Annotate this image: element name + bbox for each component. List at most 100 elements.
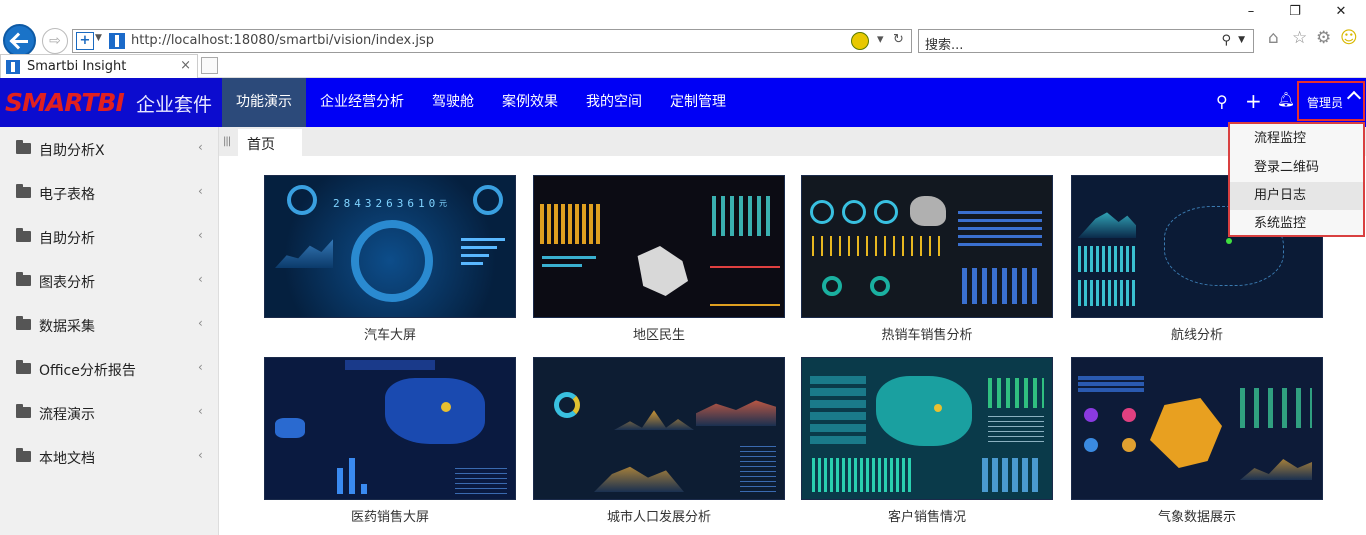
sidebar-item-chart-analysis[interactable]: 图表分析 ‹ (0, 259, 219, 303)
thumbnail[interactable] (1071, 357, 1323, 500)
thumbnail[interactable] (533, 357, 785, 500)
thumbnail[interactable]: 2843263610 元 (264, 175, 516, 318)
sidebar-item-label: 电子表格 (39, 187, 95, 203)
card-label[interactable]: 客户销售情况 (801, 506, 1053, 525)
table-shape (455, 468, 507, 494)
shield-icon[interactable]: + (76, 32, 94, 50)
chevron-down-icon[interactable]: ▼ (95, 33, 102, 43)
card-car-dashboard[interactable]: 2843263610 元 汽车大屏 (264, 175, 516, 343)
refresh-icon[interactable]: ↻ (893, 32, 904, 47)
brand-name: SMARTBI (5, 88, 125, 117)
close-icon[interactable]: × (180, 58, 191, 73)
bar-chart-shape (1240, 388, 1312, 428)
thumbnail[interactable] (264, 357, 516, 500)
card-label[interactable]: 地区民生 (533, 324, 785, 343)
plus-icon[interactable]: + (1245, 89, 1262, 113)
nav-item-business-analysis[interactable]: 企业经营分析 (306, 78, 418, 127)
close-window-button[interactable]: ✕ (1331, 4, 1351, 20)
area-chart-shape (275, 239, 333, 268)
site-favicon-icon (109, 33, 125, 49)
chevron-left-icon: ‹ (198, 272, 203, 286)
card-customer-sales[interactable]: 客户销售情况 (801, 357, 1053, 525)
tab-home[interactable]: 首页 (238, 129, 302, 156)
folder-icon (16, 316, 31, 330)
sidebar-item-local-docs[interactable]: 本地文档 ‹ (0, 435, 219, 479)
sidebar-item-process-demo[interactable]: 流程演示 ‹ (0, 391, 219, 435)
card-city-population[interactable]: 城市人口发展分析 (533, 357, 785, 525)
url-text[interactable]: http://localhost:18080/smartbi/vision/in… (131, 33, 434, 48)
search-input[interactable]: 搜索... ⚲ ▼ (918, 29, 1254, 53)
sidebar-item-self-analysis[interactable]: 自助分析 ‹ (0, 215, 219, 259)
card-region-livelihood[interactable]: 地区民生 (533, 175, 785, 343)
bell-icon[interactable]: 🔔︎ (1277, 92, 1295, 108)
card-label[interactable]: 热销车销售分析 (801, 324, 1053, 343)
nav-item-demo[interactable]: 功能演示 (222, 78, 306, 127)
nav-item-custom-management[interactable]: 定制管理 (656, 78, 740, 127)
browser-tab[interactable]: Smartbi Insight × (0, 54, 198, 78)
minimize-button[interactable]: – (1241, 4, 1261, 20)
collapse-grip-icon[interactable]: ||| (223, 136, 231, 147)
menu-item-system-monitor[interactable]: 系统监控 (1230, 210, 1363, 238)
map-point-shape (441, 402, 451, 412)
card-label[interactable]: 城市人口发展分析 (533, 506, 785, 525)
gauge-shape (287, 185, 317, 215)
new-tab-icon[interactable] (201, 57, 218, 74)
ring-shape (870, 276, 890, 296)
dropdown-icon[interactable]: ▾ (877, 32, 884, 47)
map-shape (275, 418, 305, 438)
weather-icon (1122, 438, 1136, 452)
compatibility-icon[interactable] (851, 32, 869, 50)
chevron-left-icon: ‹ (198, 184, 203, 198)
folder-icon (16, 448, 31, 462)
nav-item-my-space[interactable]: 我的空间 (572, 78, 656, 127)
card-hot-car-sales[interactable]: 热销车销售分析 (801, 175, 1053, 343)
thumbnail[interactable] (801, 357, 1053, 500)
area-chart-shape (1240, 459, 1312, 480)
sidebar-item-label: 图表分析 (39, 275, 95, 291)
app-header: SMARTBI 企业套件 功能演示 企业经营分析 驾驶舱 案例效果 我的空间 定… (0, 78, 1366, 127)
menu-item-login-qrcode[interactable]: 登录二维码 (1230, 154, 1363, 182)
nav-item-cockpit[interactable]: 驾驶舱 (418, 78, 488, 127)
thumbnail[interactable] (801, 175, 1053, 318)
card-label[interactable]: 航线分析 (1071, 324, 1323, 343)
card-weather-data[interactable]: 气象数据展示 (1071, 357, 1323, 525)
bar-chart-shape (712, 196, 772, 236)
menu-item-user-log[interactable]: 用户日志 (1230, 182, 1363, 210)
chevron-left-icon: ‹ (198, 316, 203, 330)
gear-icon[interactable]: ⚙ (1316, 28, 1331, 48)
card-label[interactable]: 气象数据展示 (1071, 506, 1323, 525)
digit-counter: 2843263610 (333, 197, 440, 210)
sidebar-item-office-report[interactable]: Office分析报告 ‹ (0, 347, 219, 391)
forward-arrow-icon[interactable]: ⇨ (42, 28, 68, 54)
bar-shape (461, 254, 489, 257)
sidebar-item-label: 自助分析X (39, 143, 105, 159)
smiley-icon[interactable]: ☺ (1340, 28, 1358, 48)
map-shape (385, 378, 485, 444)
address-bar[interactable]: + ▼ http://localhost:18080/smartbi/visio… (72, 29, 912, 53)
star-icon[interactable]: ☆ (1292, 28, 1307, 48)
chevron-down-icon[interactable]: ▼ (1238, 35, 1245, 45)
map-shape (637, 246, 688, 296)
restore-button[interactable]: ❐ (1285, 4, 1305, 20)
area-chart-shape (594, 466, 684, 492)
area-chart-shape (614, 410, 694, 430)
thumbnail[interactable] (533, 175, 785, 318)
card-label[interactable]: 汽车大屏 (264, 324, 516, 343)
ring-shape (351, 220, 433, 302)
home-icon[interactable]: ⌂ (1268, 28, 1279, 48)
browser-tab-bar: Smartbi Insight × (0, 54, 1366, 78)
chevron-left-icon: ‹ (198, 360, 203, 374)
search-icon[interactable]: ⚲ (1221, 33, 1231, 48)
nav-item-case-effects[interactable]: 案例效果 (488, 78, 572, 127)
suite-name: 企业套件 (136, 94, 213, 116)
card-label[interactable]: 医药销售大屏 (264, 506, 516, 525)
map-shape (876, 376, 972, 446)
sidebar-item-spreadsheet[interactable]: 电子表格 ‹ (0, 171, 219, 215)
sidebar-item-self-analysis-x[interactable]: 自助分析X ‹ (0, 127, 219, 171)
admin-user-menu[interactable]: 管理员 (1297, 81, 1365, 121)
sidebar-item-data-collection[interactable]: 数据采集 ‹ (0, 303, 219, 347)
menu-item-process-monitor[interactable]: 流程监控 (1230, 125, 1363, 153)
search-icon[interactable]: ⚲ (1216, 92, 1228, 111)
card-pharma-sales[interactable]: 医药销售大屏 (264, 357, 516, 525)
back-arrow-icon[interactable] (3, 24, 36, 57)
